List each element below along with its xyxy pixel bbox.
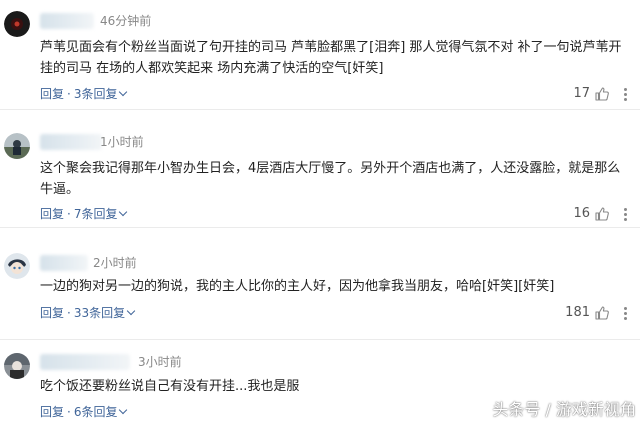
avatar-image xyxy=(4,133,30,159)
comment-time: 3小时前 xyxy=(138,355,182,369)
chevron-down-icon xyxy=(119,405,128,415)
chevron-down-icon xyxy=(119,87,128,97)
comment-text: 一边的狗对另一边的狗说，我的主人比你的主人好，因为他拿我当朋友，哈哈[奸笑][奸… xyxy=(40,279,555,294)
like-count: 181 xyxy=(565,305,590,320)
like-count: 17 xyxy=(573,86,590,101)
replies-count: 3条回复 xyxy=(73,87,118,101)
more-vertical-icon[interactable] xyxy=(620,86,630,102)
reply-button[interactable]: 回复 xyxy=(40,405,64,419)
comment-actions: 回复 · 33条回复 xyxy=(40,305,136,321)
like-button[interactable]: 16 xyxy=(573,206,610,222)
like-button[interactable]: 17 xyxy=(573,86,610,102)
avatar-image xyxy=(4,353,30,379)
more-vertical-icon[interactable] xyxy=(620,305,630,321)
replies-count: 7条回复 xyxy=(73,207,118,221)
separator: · xyxy=(67,207,71,221)
comment-actions: 回复 · 7条回复 xyxy=(40,206,128,222)
view-replies-button[interactable]: 33条回复 xyxy=(73,306,136,320)
comment-time: 1小时前 xyxy=(100,135,144,149)
comment-actions: 回复 · 6条回复 xyxy=(40,404,128,420)
comment-item: 46分钟前 芦苇见面会有个粉丝当面说了句开挂的司马 芦苇脸都黑了[泪奔] 那人觉… xyxy=(0,0,640,110)
reply-button[interactable]: 回复 xyxy=(40,306,64,320)
comment-text: 这个聚会我记得那年小智办生日会，4层酒店大厅慢了。另外开个酒店也满了，人还没露脸… xyxy=(40,161,621,197)
chevron-down-icon xyxy=(119,207,128,217)
avatar-image xyxy=(4,253,30,279)
chevron-down-icon xyxy=(126,306,136,316)
view-replies-button[interactable]: 7条回复 xyxy=(73,207,128,221)
reply-button[interactable]: 回复 xyxy=(40,87,64,101)
comment-list: 46分钟前 芦苇见面会有个粉丝当面说了句开挂的司马 芦苇脸都黑了[泪奔] 那人觉… xyxy=(0,0,640,424)
view-replies-button[interactable]: 3条回复 xyxy=(73,87,128,101)
username[interactable] xyxy=(40,134,102,150)
more-vertical-icon[interactable] xyxy=(620,206,630,222)
comment-text: 吃个饭还要粉丝说自己有没有开挂...我也是服 xyxy=(40,379,300,394)
separator: · xyxy=(67,306,71,320)
comment-item: 2小时前 一边的狗对另一边的狗说，我的主人比你的主人好，因为他拿我当朋友，哈哈[… xyxy=(0,228,640,340)
thumbs-up-icon xyxy=(595,306,609,320)
avatar-image xyxy=(4,11,30,37)
like-button[interactable]: 181 xyxy=(565,305,610,321)
avatar[interactable] xyxy=(4,353,30,379)
username[interactable] xyxy=(40,255,88,271)
thumbs-up-icon xyxy=(595,207,609,221)
separator: · xyxy=(67,405,71,419)
comment-text: 芦苇见面会有个粉丝当面说了句开挂的司马 芦苇脸都黑了[泪奔] 那人觉得气氛不对 … xyxy=(40,40,622,76)
replies-count: 33条回复 xyxy=(73,306,126,320)
reply-button[interactable]: 回复 xyxy=(40,207,64,221)
separator: · xyxy=(67,87,71,101)
comment-actions: 回复 · 3条回复 xyxy=(40,86,128,102)
avatar[interactable] xyxy=(4,253,30,279)
username[interactable] xyxy=(40,354,130,370)
watermark: 头条号 / 游戏新视角 xyxy=(492,400,636,419)
comment-time: 2小时前 xyxy=(93,256,137,270)
like-count: 16 xyxy=(573,206,590,221)
avatar[interactable] xyxy=(4,11,30,37)
comment-item: 1小时前 这个聚会我记得那年小智办生日会，4层酒店大厅慢了。另外开个酒店也满了，… xyxy=(0,110,640,228)
thumbs-up-icon xyxy=(595,87,609,101)
avatar[interactable] xyxy=(4,133,30,159)
comment-time: 46分钟前 xyxy=(100,14,152,28)
view-replies-button[interactable]: 6条回复 xyxy=(73,405,128,419)
username[interactable] xyxy=(40,13,94,29)
replies-count: 6条回复 xyxy=(73,405,118,419)
